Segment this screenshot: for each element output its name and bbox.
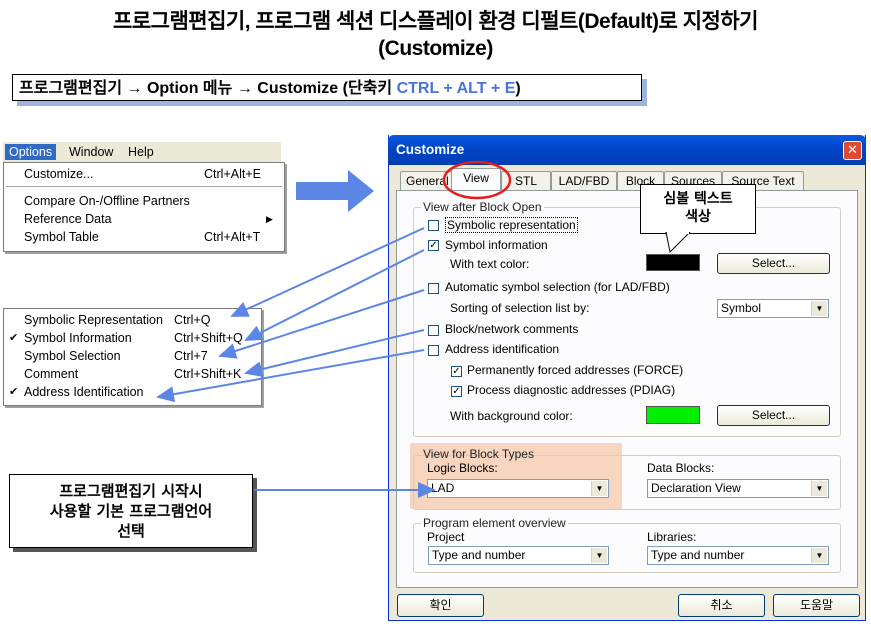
annotation-arrows [156, 227, 436, 498]
arrow-address-identification [156, 349, 425, 403]
arrow-symbol-information [244, 249, 425, 341]
arrow-symbolic-representation [230, 227, 425, 317]
arrow-symbol-selection [218, 289, 425, 359]
